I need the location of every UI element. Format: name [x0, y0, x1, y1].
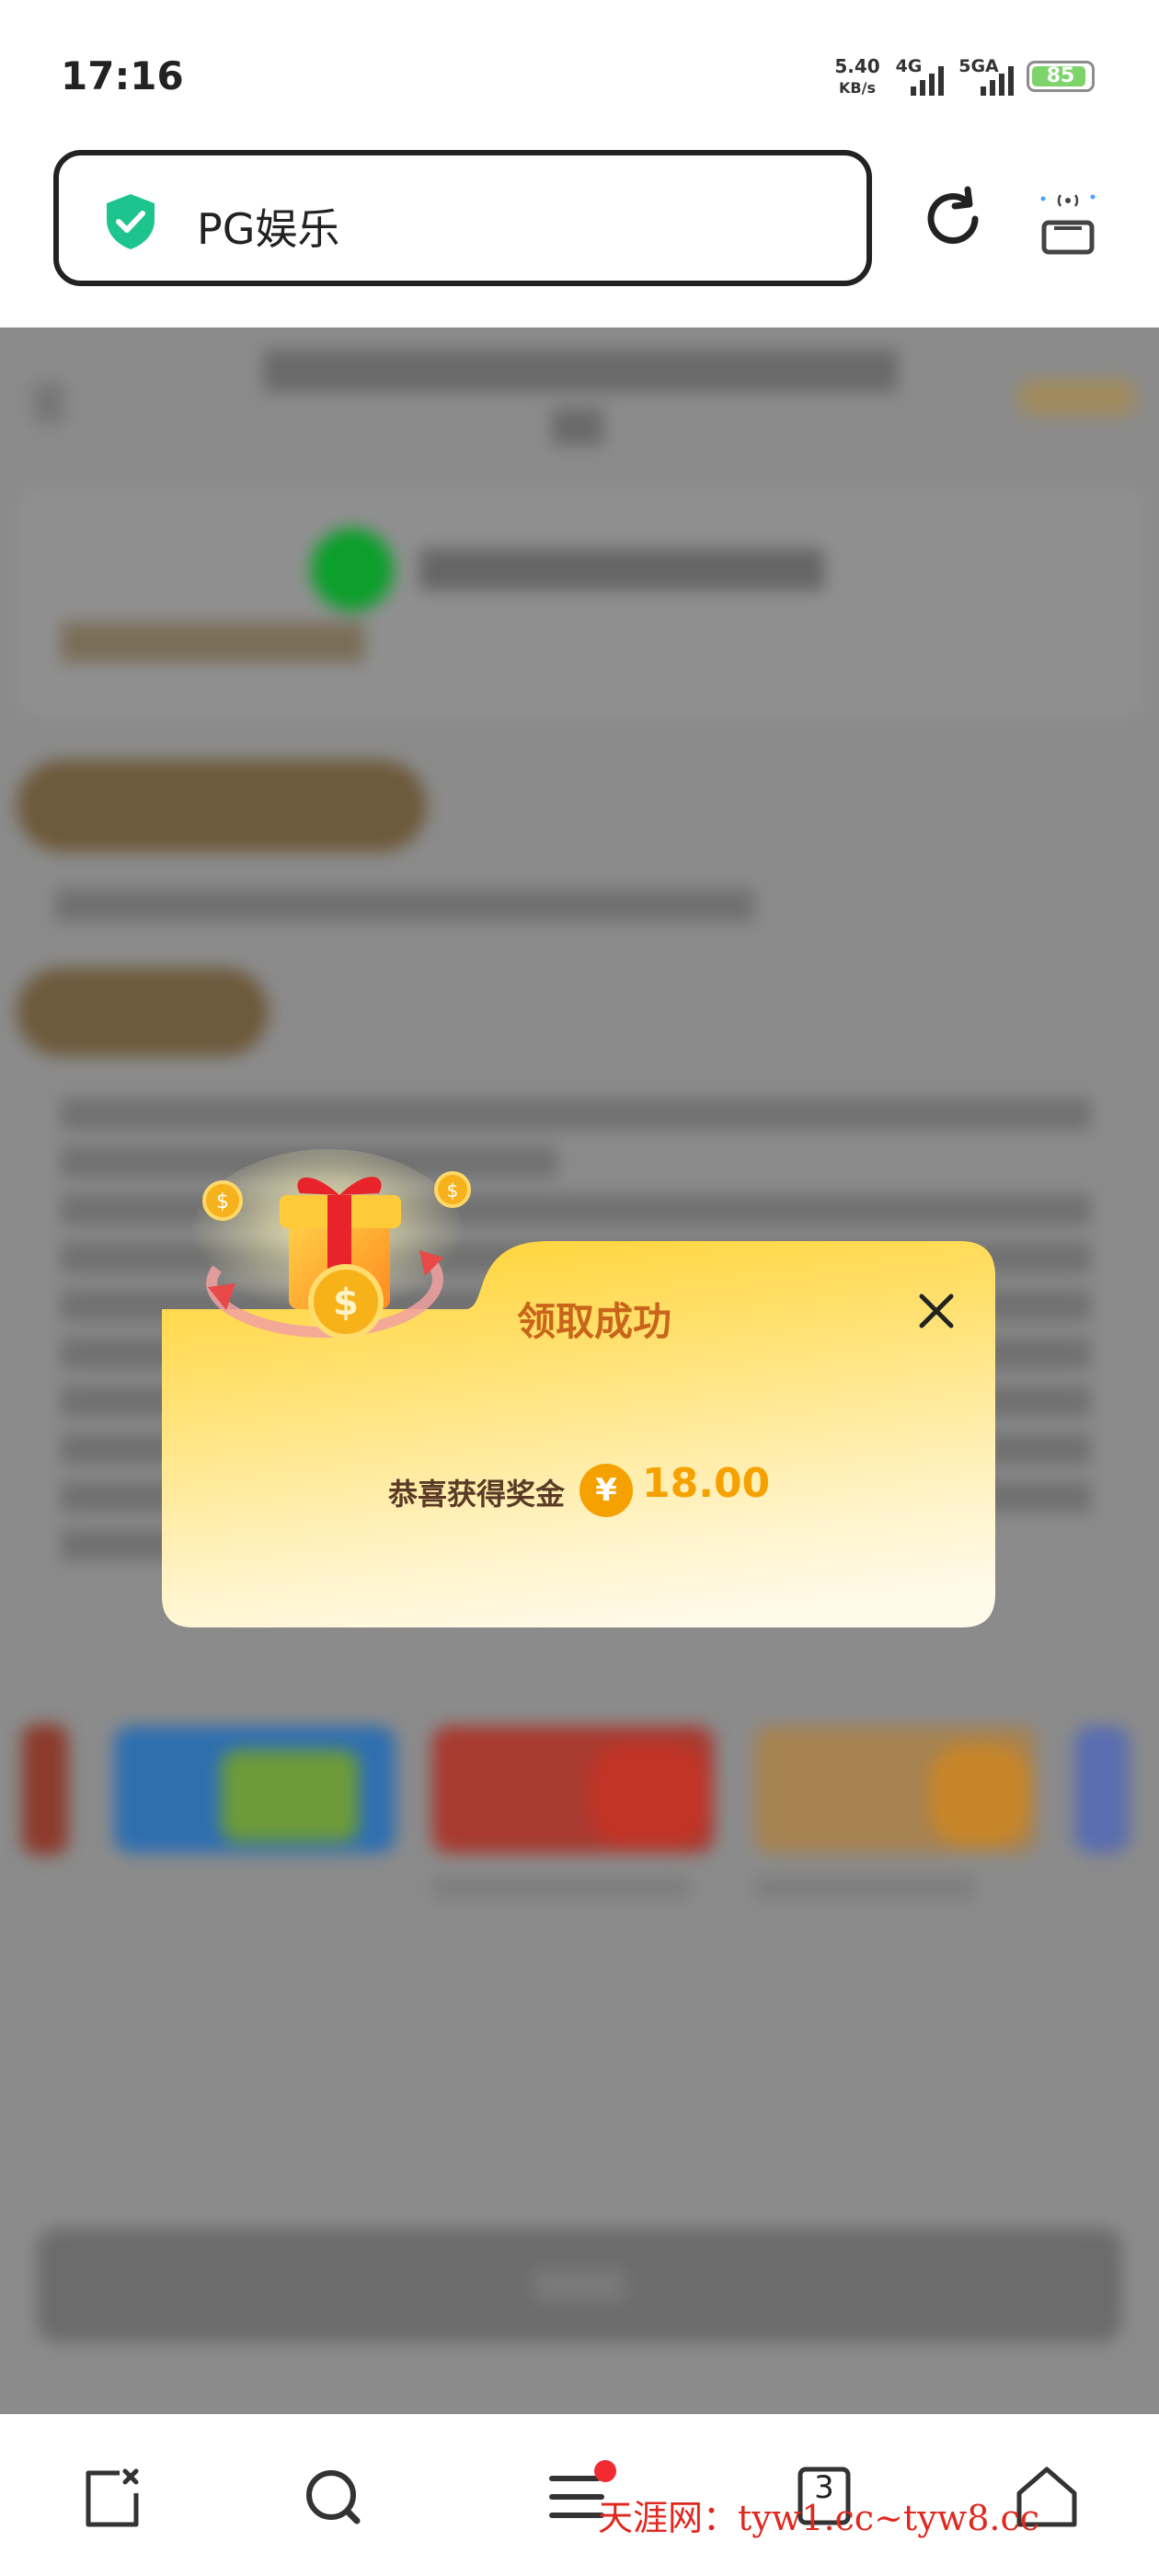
gift-box-icon: $ $ $ [189, 1149, 471, 1340]
search-icon[interactable] [296, 2460, 370, 2534]
battery-level: 85 [1046, 64, 1075, 87]
cast-icon[interactable] [1036, 188, 1100, 261]
reward-amount: 18.00 [642, 1460, 771, 1507]
net-speed-value: 5.40 [834, 55, 880, 77]
net-speed-unit: KB/s [839, 79, 876, 97]
watermark-text: 天涯网：tyw1.cc~tyw8.cc [598, 2498, 1040, 2538]
address-text: PG娱乐 [197, 204, 340, 254]
svg-text:$: $ [333, 1282, 359, 1324]
reward-success-dialog: $ $ $ 领取成功 恭喜获得奖金 ¥ 18.00 [162, 1149, 997, 1628]
svg-text:$: $ [447, 1179, 459, 1202]
close-icon[interactable] [909, 1283, 964, 1339]
shield-check-icon [103, 192, 158, 255]
battery-icon: 85 [1027, 61, 1095, 92]
status-bar: 17:16 5.40 KB/s 4G 5GA 85 PG娱乐 [0, 0, 1159, 286]
status-time: 17:16 [61, 53, 184, 98]
dialog-title: 领取成功 [517, 1299, 672, 1344]
reward-message: 恭喜获得奖金 [388, 1477, 566, 1512]
signal-icon-2 [977, 63, 1023, 101]
svg-text:$: $ [216, 1190, 229, 1213]
address-bar[interactable]: PG娱乐 [53, 150, 872, 286]
yuan-coin-icon: ¥ [580, 1464, 633, 1517]
close-page-icon[interactable] [75, 2460, 149, 2534]
signal-icon-1 [909, 63, 951, 101]
refresh-icon[interactable] [920, 186, 986, 256]
